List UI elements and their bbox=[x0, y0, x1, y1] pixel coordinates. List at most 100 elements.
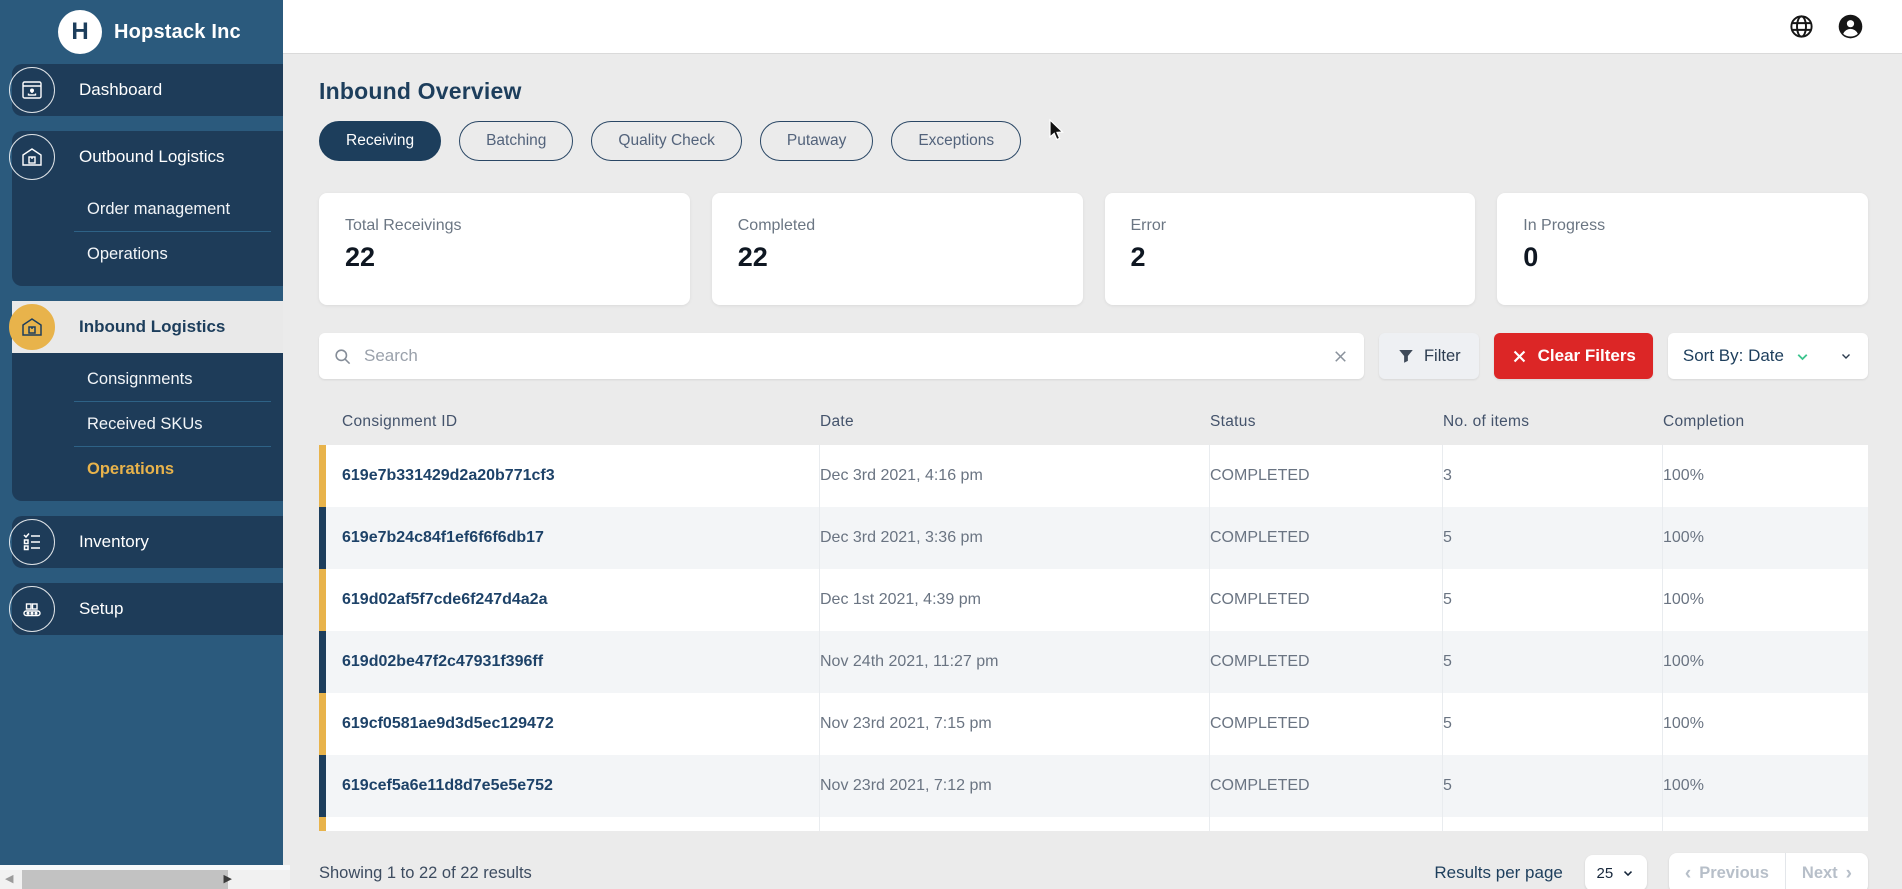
items-cell: 5 bbox=[1443, 631, 1663, 693]
completion-cell bbox=[1663, 817, 1868, 831]
sidebar-item-setup[interactable]: Setup bbox=[12, 583, 283, 635]
results-summary: Showing 1 to 22 of 22 results bbox=[319, 864, 532, 883]
sidebar-item-dashboard[interactable]: Dashboard bbox=[12, 64, 283, 116]
sidebar-group-setup: Setup bbox=[12, 583, 283, 635]
date-cell: Dec 3rd 2021, 4:16 pm bbox=[820, 445, 1210, 507]
tab-exceptions[interactable]: Exceptions bbox=[891, 121, 1021, 161]
page-title: Inbound Overview bbox=[319, 78, 1868, 105]
column-header-consignment-id: Consignment ID bbox=[342, 413, 820, 431]
search-input[interactable] bbox=[364, 346, 1331, 366]
filter-button-label: Filter bbox=[1424, 347, 1461, 366]
consignment-id-cell[interactable]: 619cf0581ae9d3d5ec129472 bbox=[342, 693, 820, 755]
status-cell: COMPLETED bbox=[1210, 755, 1443, 817]
globe-icon[interactable] bbox=[1788, 13, 1815, 40]
stat-card-error: Error 2 bbox=[1105, 193, 1476, 305]
clear-search-icon[interactable] bbox=[1331, 347, 1350, 366]
completion-cell: 100% bbox=[1663, 445, 1868, 507]
status-cell: COMPLETED bbox=[1210, 569, 1443, 631]
consignment-id-cell[interactable]: 619e7b331429d2a20b771cf3 bbox=[342, 445, 820, 507]
previous-page-button[interactable]: ‹ Previous bbox=[1669, 853, 1785, 889]
table-row[interactable]: 619e7b331429d2a20b771cf3 Dec 3rd 2021, 4… bbox=[319, 445, 1868, 507]
sidebar-subitem-received-skus[interactable]: Received SKUs bbox=[12, 402, 283, 446]
consignment-id-cell[interactable] bbox=[342, 817, 820, 831]
status-cell: COMPLETED bbox=[1210, 445, 1443, 507]
sort-dropdown[interactable]: Sort By: Date bbox=[1668, 333, 1868, 379]
sidebar-group-inbound: Inbound Logistics Consignments Received … bbox=[12, 301, 283, 501]
items-cell: 5 bbox=[1443, 755, 1663, 817]
tab-putaway[interactable]: Putaway bbox=[760, 121, 873, 161]
table-body: 619e7b331429d2a20b771cf3 Dec 3rd 2021, 4… bbox=[319, 445, 1868, 831]
tab-quality-check[interactable]: Quality Check bbox=[591, 121, 741, 161]
table-row[interactable]: 619d02be47f2c47931f396ff Nov 24th 2021, … bbox=[319, 631, 1868, 693]
table-row[interactable]: 619cf0581ae9d3d5ec129472 Nov 23rd 2021, … bbox=[319, 693, 1868, 755]
table-row[interactable]: 619d02af5f7cde6f247d4a2a Dec 1st 2021, 4… bbox=[319, 569, 1868, 631]
column-header-items: No. of items bbox=[1443, 413, 1663, 431]
hopstack-logo-icon: H bbox=[58, 10, 102, 54]
status-cell: COMPLETED bbox=[1210, 631, 1443, 693]
scroll-left-arrow-icon[interactable]: ◀ bbox=[5, 873, 13, 886]
user-avatar-icon[interactable] bbox=[1837, 13, 1864, 40]
filter-button[interactable]: Filter bbox=[1379, 333, 1479, 379]
table-row[interactable]: 619e7b24c84f1ef6f6f6db17 Dec 3rd 2021, 3… bbox=[319, 507, 1868, 569]
completion-cell: 100% bbox=[1663, 569, 1868, 631]
scrollbar-thumb[interactable] bbox=[22, 870, 228, 889]
sidebar-item-label: Setup bbox=[79, 599, 123, 619]
chevron-left-icon: ‹ bbox=[1685, 864, 1691, 883]
brand-name: Hopstack Inc bbox=[114, 21, 241, 44]
next-page-button[interactable]: Next › bbox=[1786, 853, 1868, 889]
sidebar-item-inbound-logistics[interactable]: Inbound Logistics bbox=[12, 301, 283, 353]
sidebar-subitem-outbound-operations[interactable]: Operations bbox=[12, 232, 283, 276]
sidebar-subitem-inbound-operations[interactable]: Operations bbox=[12, 447, 283, 491]
stat-value: 0 bbox=[1523, 242, 1842, 273]
horizontal-scrollbar[interactable]: ◀ ▶ bbox=[0, 870, 290, 889]
page-size-select[interactable]: 25 bbox=[1585, 855, 1647, 889]
consignment-id-cell[interactable]: 619d02be47f2c47931f396ff bbox=[342, 631, 820, 693]
date-cell: Dec 1st 2021, 4:39 pm bbox=[820, 569, 1210, 631]
tab-batching[interactable]: Batching bbox=[459, 121, 573, 161]
date-cell: Dec 3rd 2021, 3:36 pm bbox=[820, 507, 1210, 569]
sidebar-item-inventory[interactable]: Inventory bbox=[12, 516, 283, 568]
tab-bar: Receiving Batching Quality Check Putaway… bbox=[319, 121, 1868, 161]
search-icon bbox=[333, 347, 352, 366]
chevron-down-icon bbox=[1839, 349, 1853, 363]
table-row[interactable] bbox=[319, 817, 1868, 831]
stat-card-total-receivings: Total Receivings 22 bbox=[319, 193, 690, 305]
sidebar-group-dashboard: Dashboard bbox=[12, 64, 283, 116]
items-cell: 3 bbox=[1443, 445, 1663, 507]
column-header-completion: Completion bbox=[1663, 413, 1868, 431]
sidebar-subitem-consignments[interactable]: Consignments bbox=[12, 357, 283, 401]
brand-header: H Hopstack Inc bbox=[0, 0, 283, 64]
stat-value: 22 bbox=[345, 242, 664, 273]
pagination: ‹ Previous Next › bbox=[1669, 853, 1868, 889]
table-row[interactable]: 619cef5a6e11d8d7e5e5e752 Nov 23rd 2021, … bbox=[319, 755, 1868, 817]
sidebar-item-label: Dashboard bbox=[79, 80, 162, 100]
stat-card-completed: Completed 22 bbox=[712, 193, 1083, 305]
items-cell: 5 bbox=[1443, 693, 1663, 755]
x-icon bbox=[1511, 348, 1528, 365]
search-box bbox=[319, 333, 1364, 379]
consignment-id-cell[interactable]: 619d02af5f7cde6f247d4a2a bbox=[342, 569, 820, 631]
stat-label: Completed bbox=[738, 217, 1057, 235]
consignment-id-cell[interactable]: 619cef5a6e11d8d7e5e5e752 bbox=[342, 755, 820, 817]
date-cell: Nov 23rd 2021, 7:12 pm bbox=[820, 755, 1210, 817]
chevron-down-icon bbox=[1621, 866, 1635, 880]
warehouse-out-icon bbox=[9, 134, 55, 180]
status-cell: COMPLETED bbox=[1210, 507, 1443, 569]
sidebar-item-label: Inventory bbox=[79, 532, 149, 552]
items-cell: 5 bbox=[1443, 507, 1663, 569]
scroll-right-arrow-icon[interactable]: ▶ bbox=[224, 873, 232, 886]
topbar bbox=[283, 0, 1902, 54]
sidebar-item-outbound-logistics[interactable]: Outbound Logistics bbox=[12, 131, 283, 183]
sidebar-subitem-order-management[interactable]: Order management bbox=[12, 187, 283, 231]
column-header-date: Date bbox=[820, 413, 1210, 431]
clear-filters-button[interactable]: Clear Filters bbox=[1494, 333, 1653, 379]
tab-receiving[interactable]: Receiving bbox=[319, 121, 441, 161]
date-cell: Nov 23rd 2021, 7:15 pm bbox=[820, 693, 1210, 755]
stat-value: 22 bbox=[738, 242, 1057, 273]
sort-label: Sort By: Date bbox=[1683, 346, 1784, 366]
sidebar-item-label: Outbound Logistics bbox=[79, 147, 225, 167]
chevron-down-icon bbox=[1794, 348, 1811, 365]
status-cell bbox=[1210, 817, 1443, 831]
consignment-id-cell[interactable]: 619e7b24c84f1ef6f6f6db17 bbox=[342, 507, 820, 569]
sidebar-item-label: Inbound Logistics bbox=[79, 317, 225, 337]
